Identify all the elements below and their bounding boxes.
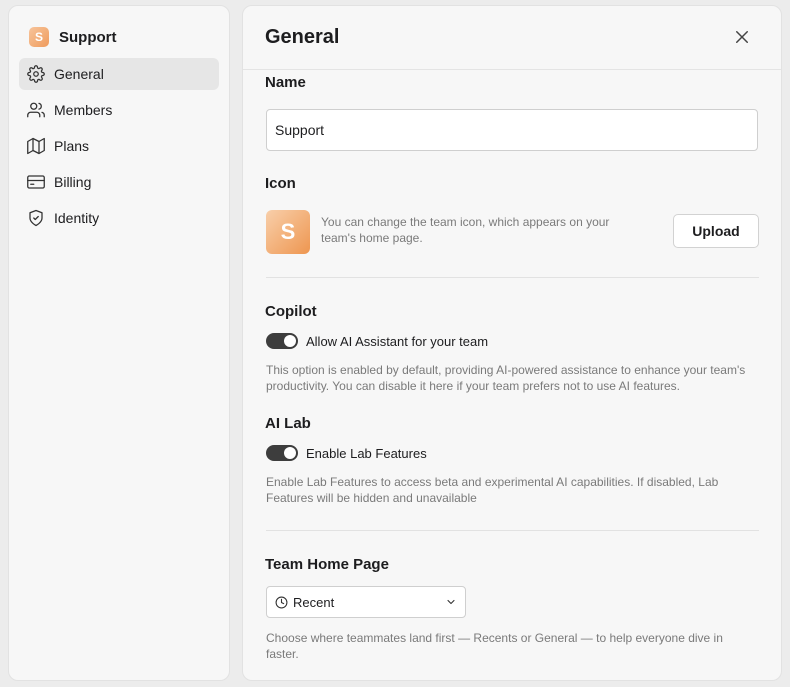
sidebar-item-plans[interactable]: Plans [19, 130, 219, 162]
copilot-help-text: This option is enabled by default, provi… [266, 363, 746, 393]
ai-lab-toggle-row: Enable Lab Features [266, 445, 427, 461]
close-icon[interactable] [733, 28, 751, 46]
toggle-knob [284, 335, 296, 347]
sidebar-item-label: General [54, 66, 104, 82]
sidebar-item-members[interactable]: Members [19, 94, 219, 126]
team-header[interactable]: S Support [29, 24, 117, 50]
settings-panel: General Name Icon S You can change the t… [242, 5, 782, 681]
copilot-toggle-label: Allow AI Assistant for your team [306, 333, 489, 349]
users-icon [27, 102, 45, 118]
sidebar-item-label: Identity [54, 210, 100, 226]
ai-lab-help-text: Enable Lab Features to access beta and e… [266, 475, 719, 505]
ai-lab-toggle-label: Enable Lab Features [306, 445, 427, 461]
team-name-input[interactable] [266, 109, 758, 151]
team-logo: S [29, 27, 49, 47]
credit-card-icon [27, 175, 45, 189]
team-name: Support [59, 28, 117, 46]
page-title: General [265, 26, 340, 48]
icon-label: Icon [265, 175, 296, 192]
sidebar-item-label: Members [54, 102, 113, 118]
team-icon-preview: S [266, 210, 310, 254]
panel-header: General [243, 6, 781, 70]
sidebar-item-label: Billing [54, 174, 92, 190]
shield-check-icon [29, 209, 43, 227]
sidebar-item-label: Plans [54, 138, 90, 154]
home-page-selected-value: Recent [293, 594, 335, 610]
sidebar-item-general[interactable]: General [19, 58, 219, 90]
name-label: Name [265, 74, 306, 91]
sidebar-item-identity[interactable]: Identity [19, 202, 219, 234]
sidebar-item-billing[interactable]: Billing [19, 166, 219, 198]
copilot-label: Copilot [265, 303, 317, 320]
map-icon [27, 137, 45, 155]
icon-description: You can change the team icon, which appe… [321, 215, 610, 245]
home-page-help-text: Choose where teammates land first — Rece… [266, 631, 723, 661]
upload-button[interactable]: Upload [673, 214, 759, 248]
sidebar: S Support General Members Plans Billing … [8, 5, 230, 681]
home-page-select[interactable]: Recent [266, 586, 466, 618]
gear-icon [27, 65, 45, 83]
divider [266, 277, 759, 278]
sidebar-nav: General Members Plans Billing Identity [19, 58, 219, 238]
clock-icon [275, 596, 288, 608]
home-page-label: Team Home Page [265, 556, 389, 573]
divider [266, 530, 759, 531]
ai-lab-label: AI Lab [265, 415, 311, 432]
toggle-knob [284, 447, 296, 459]
ai-lab-toggle[interactable] [266, 445, 298, 461]
copilot-toggle-row: Allow AI Assistant for your team [266, 333, 488, 349]
chevron-down-icon [447, 599, 455, 605]
copilot-toggle[interactable] [266, 333, 298, 349]
